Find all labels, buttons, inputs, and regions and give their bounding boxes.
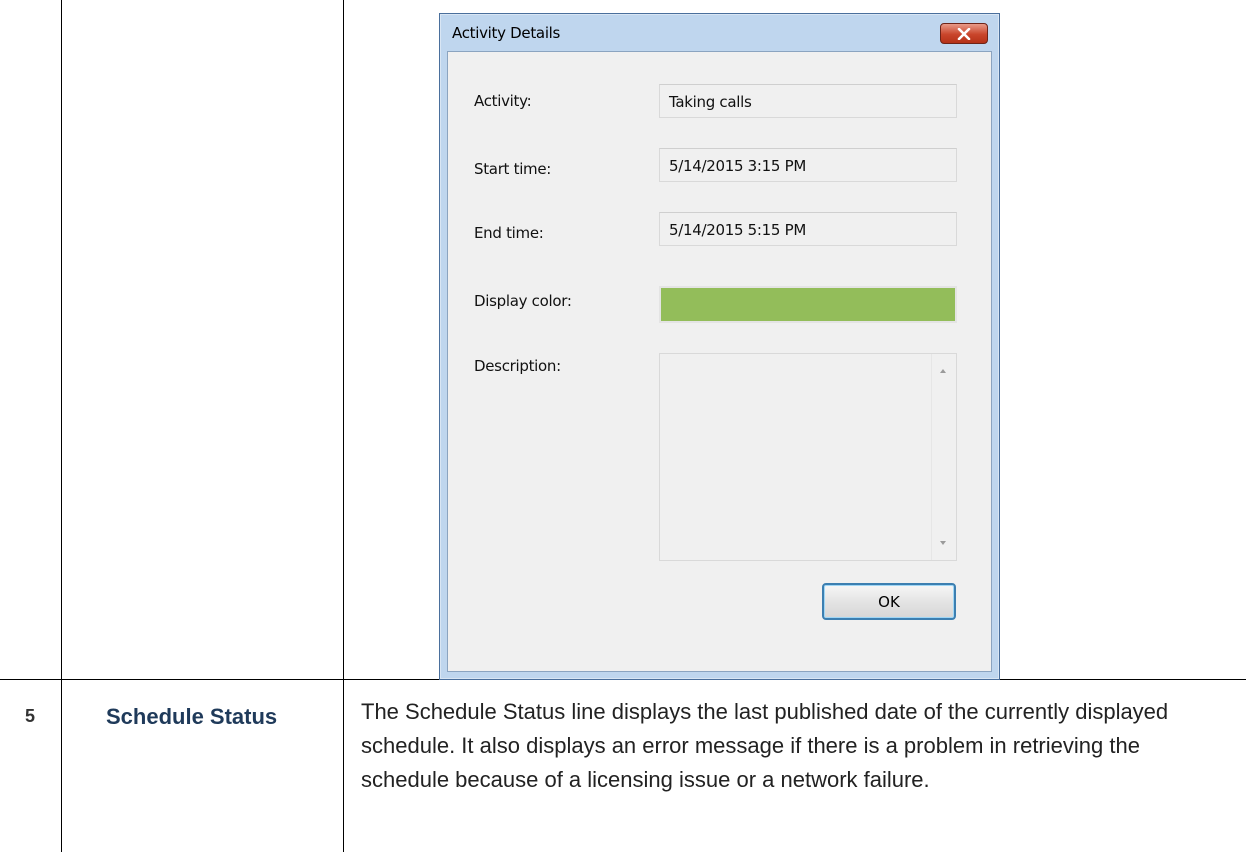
row-title: Schedule Status [106, 704, 278, 729]
ok-button[interactable]: OK [822, 583, 956, 620]
scroll-up-icon[interactable] [940, 369, 946, 373]
dialog-title: Activity Details [452, 24, 561, 42]
description-scrollbar[interactable] [931, 354, 956, 560]
dialog-body: Activity: Taking calls Start time: 5/14/… [447, 51, 992, 672]
activity-field: Taking calls [659, 84, 957, 118]
row-description: The Schedule Status line displays the la… [361, 699, 1169, 792]
description-label: Description: [474, 357, 561, 375]
close-icon [957, 27, 971, 40]
activity-details-dialog: Activity Details Activity: Taking calls … [439, 13, 1000, 680]
end-time-label: End time: [474, 224, 544, 242]
table-border-col2 [343, 0, 344, 852]
dialog-titlebar: Activity Details [440, 14, 999, 50]
start-time-label: Start time: [474, 160, 552, 178]
scroll-down-icon[interactable] [940, 541, 946, 545]
display-color-swatch [659, 286, 957, 323]
activity-label: Activity: [474, 92, 532, 110]
table-border-left [61, 0, 62, 852]
end-time-field: 5/14/2015 5:15 PM [659, 212, 957, 246]
start-time-field: 5/14/2015 3:15 PM [659, 148, 957, 182]
close-button[interactable] [940, 23, 988, 44]
display-color-label: Display color: [474, 292, 572, 310]
row-number: 5 [25, 706, 36, 726]
description-textarea[interactable] [659, 353, 957, 561]
